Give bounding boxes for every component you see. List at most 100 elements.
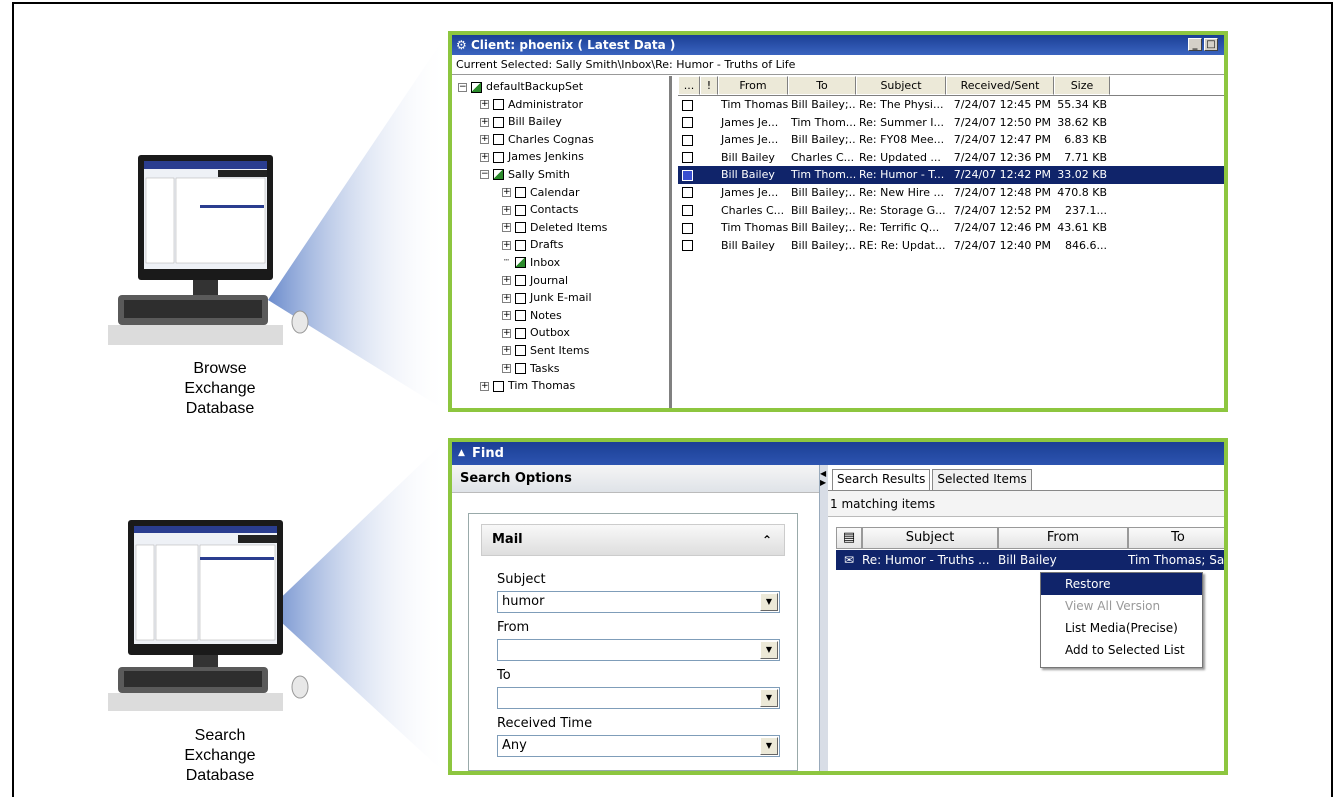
column-header[interactable]: Subject: [856, 76, 946, 95]
col-subject[interactable]: Subject: [862, 527, 998, 549]
message-row[interactable]: Bill Bailey Charles C... Re: Updated ... 7/…: [678, 149, 1224, 167]
col-from[interactable]: From: [998, 527, 1128, 549]
find-title-bar[interactable]: ▲ Find: [452, 442, 1224, 465]
tree-line-icon[interactable]: ┄: [502, 257, 511, 267]
tree-node[interactable]: + Charles Cognas: [452, 131, 669, 149]
expand-icon[interactable]: +: [502, 188, 511, 198]
tree-node[interactable]: + Sent Items: [452, 342, 669, 360]
expand-icon[interactable]: +: [502, 205, 511, 215]
tree-node[interactable]: + Outbox: [452, 324, 669, 342]
row-checkbox[interactable]: [678, 184, 700, 202]
checkbox[interactable]: [493, 116, 504, 128]
browse-title-bar[interactable]: ⚙ Client: phoenix ( Latest Data ) _ □: [452, 35, 1224, 55]
message-row[interactable]: James Je... Tim Thom... Re: Summer I... 7/2…: [678, 114, 1224, 132]
checkbox[interactable]: [493, 151, 504, 163]
type-column-icon[interactable]: ▤: [836, 527, 862, 549]
expand-icon[interactable]: +: [502, 311, 511, 321]
checkbox[interactable]: [682, 117, 693, 129]
checkbox[interactable]: [493, 169, 504, 181]
chevron-down-icon[interactable]: ▼: [760, 737, 778, 755]
column-header[interactable]: ...: [678, 76, 700, 95]
tree-node[interactable]: + Calendar: [452, 184, 669, 202]
tree-node[interactable]: + Deleted Items: [452, 219, 669, 237]
tab-search-results[interactable]: Search Results: [832, 469, 931, 490]
row-checkbox[interactable]: [678, 166, 700, 184]
maximize-button[interactable]: □: [1204, 38, 1218, 51]
row-checkbox[interactable]: [678, 219, 700, 237]
checkbox[interactable]: [682, 222, 693, 234]
received-time-field[interactable]: Any ▼: [497, 735, 780, 757]
row-checkbox[interactable]: [678, 237, 700, 255]
row-checkbox[interactable]: [678, 131, 700, 149]
checkbox[interactable]: [682, 240, 693, 252]
checkbox[interactable]: [515, 345, 526, 357]
tree-node[interactable]: + James Jenkins: [452, 148, 669, 166]
tree-node[interactable]: + Journal: [452, 272, 669, 290]
menu-item-list-media[interactable]: List Media(Precise): [1041, 617, 1202, 639]
checkbox[interactable]: [515, 187, 526, 199]
expand-icon[interactable]: +: [480, 117, 489, 127]
column-header[interactable]: From: [718, 76, 788, 95]
tree-node[interactable]: + Drafts: [452, 236, 669, 254]
mail-section-header[interactable]: Mail ⌃: [481, 524, 785, 556]
chevron-down-icon[interactable]: ▼: [760, 593, 778, 611]
checkbox[interactable]: [682, 169, 693, 181]
checkbox[interactable]: [682, 152, 693, 164]
menu-item-restore[interactable]: Restore: [1041, 573, 1202, 595]
checkbox[interactable]: [471, 81, 482, 93]
message-row[interactable]: Charles C... Bill Bailey;... Re: Storage G…: [678, 202, 1224, 220]
tree-node[interactable]: + Junk E-mail: [452, 289, 669, 307]
expand-icon[interactable]: +: [502, 364, 511, 373]
tree-node[interactable]: + Bill Bailey: [452, 113, 669, 131]
checkbox[interactable]: [682, 205, 693, 217]
collapse-chevron-icon[interactable]: ⌃: [762, 525, 772, 555]
checkbox[interactable]: [515, 292, 526, 304]
checkbox[interactable]: [515, 363, 526, 374]
subject-field[interactable]: humor ▼: [497, 591, 780, 613]
row-checkbox[interactable]: [678, 202, 700, 220]
from-field[interactable]: ▼: [497, 639, 780, 661]
expand-icon[interactable]: +: [502, 293, 511, 303]
message-row[interactable]: James Je... Bill Bailey;... Re: New Hire .…: [678, 184, 1224, 202]
row-checkbox[interactable]: [678, 114, 700, 132]
expand-icon[interactable]: +: [502, 328, 511, 338]
collapse-icon[interactable]: −: [480, 170, 489, 180]
tree-node[interactable]: + Administrator: [452, 96, 669, 114]
expand-icon[interactable]: +: [502, 223, 511, 233]
collapse-icon[interactable]: −: [458, 82, 467, 92]
tree-node[interactable]: − defaultBackupSet: [452, 78, 669, 96]
tab-selected-items[interactable]: Selected Items: [932, 469, 1032, 490]
checkbox[interactable]: [515, 204, 526, 216]
checkbox[interactable]: [515, 239, 526, 251]
expand-icon[interactable]: +: [502, 240, 511, 250]
folder-tree[interactable]: − defaultBackupSet + Administrator + Bill Bai…: [452, 76, 672, 408]
chevron-down-icon[interactable]: ▼: [760, 689, 778, 707]
expand-icon[interactable]: +: [480, 100, 489, 110]
message-row[interactable]: Bill Bailey Bill Bailey;... RE: Re: Updat.…: [678, 237, 1224, 255]
checkbox[interactable]: [515, 327, 526, 339]
checkbox[interactable]: [493, 134, 504, 146]
splitter-arrow-icon[interactable]: ◀ ▶: [820, 469, 826, 487]
message-row[interactable]: James Je... Bill Bailey;... Re: FY08 Mee..…: [678, 131, 1224, 149]
checkbox[interactable]: [682, 99, 693, 111]
column-header[interactable]: Size: [1054, 76, 1110, 95]
expand-icon[interactable]: +: [480, 381, 489, 391]
message-row[interactable]: Bill Bailey Tim Thom... Re: Humor - T... 7/…: [678, 166, 1224, 184]
checkbox[interactable]: [515, 222, 526, 234]
chevron-down-icon[interactable]: ▼: [760, 641, 778, 659]
col-to[interactable]: To: [1128, 527, 1224, 549]
tree-node[interactable]: − Sally Smith: [452, 166, 669, 184]
tree-node[interactable]: + Tasks: [452, 360, 669, 378]
message-row[interactable]: Tim Thomas Bill Bailey;... Re: Terrific Q.…: [678, 219, 1224, 237]
result-row[interactable]: ✉ Re: Humor - Truths ... Bill Bailey Tim…: [836, 550, 1224, 570]
checkbox[interactable]: [682, 134, 693, 146]
checkbox[interactable]: [515, 275, 526, 287]
checkbox[interactable]: [493, 99, 504, 111]
tree-node[interactable]: + Contacts: [452, 201, 669, 219]
column-header[interactable]: Received/Sent: [946, 76, 1054, 95]
expand-icon[interactable]: +: [480, 135, 489, 145]
expand-icon[interactable]: +: [502, 346, 511, 356]
column-header[interactable]: To: [788, 76, 856, 95]
tree-node[interactable]: ┄ Inbox: [452, 254, 669, 272]
message-list[interactable]: ...! From To Subject Received/Sent Size Tim T…: [678, 76, 1224, 408]
